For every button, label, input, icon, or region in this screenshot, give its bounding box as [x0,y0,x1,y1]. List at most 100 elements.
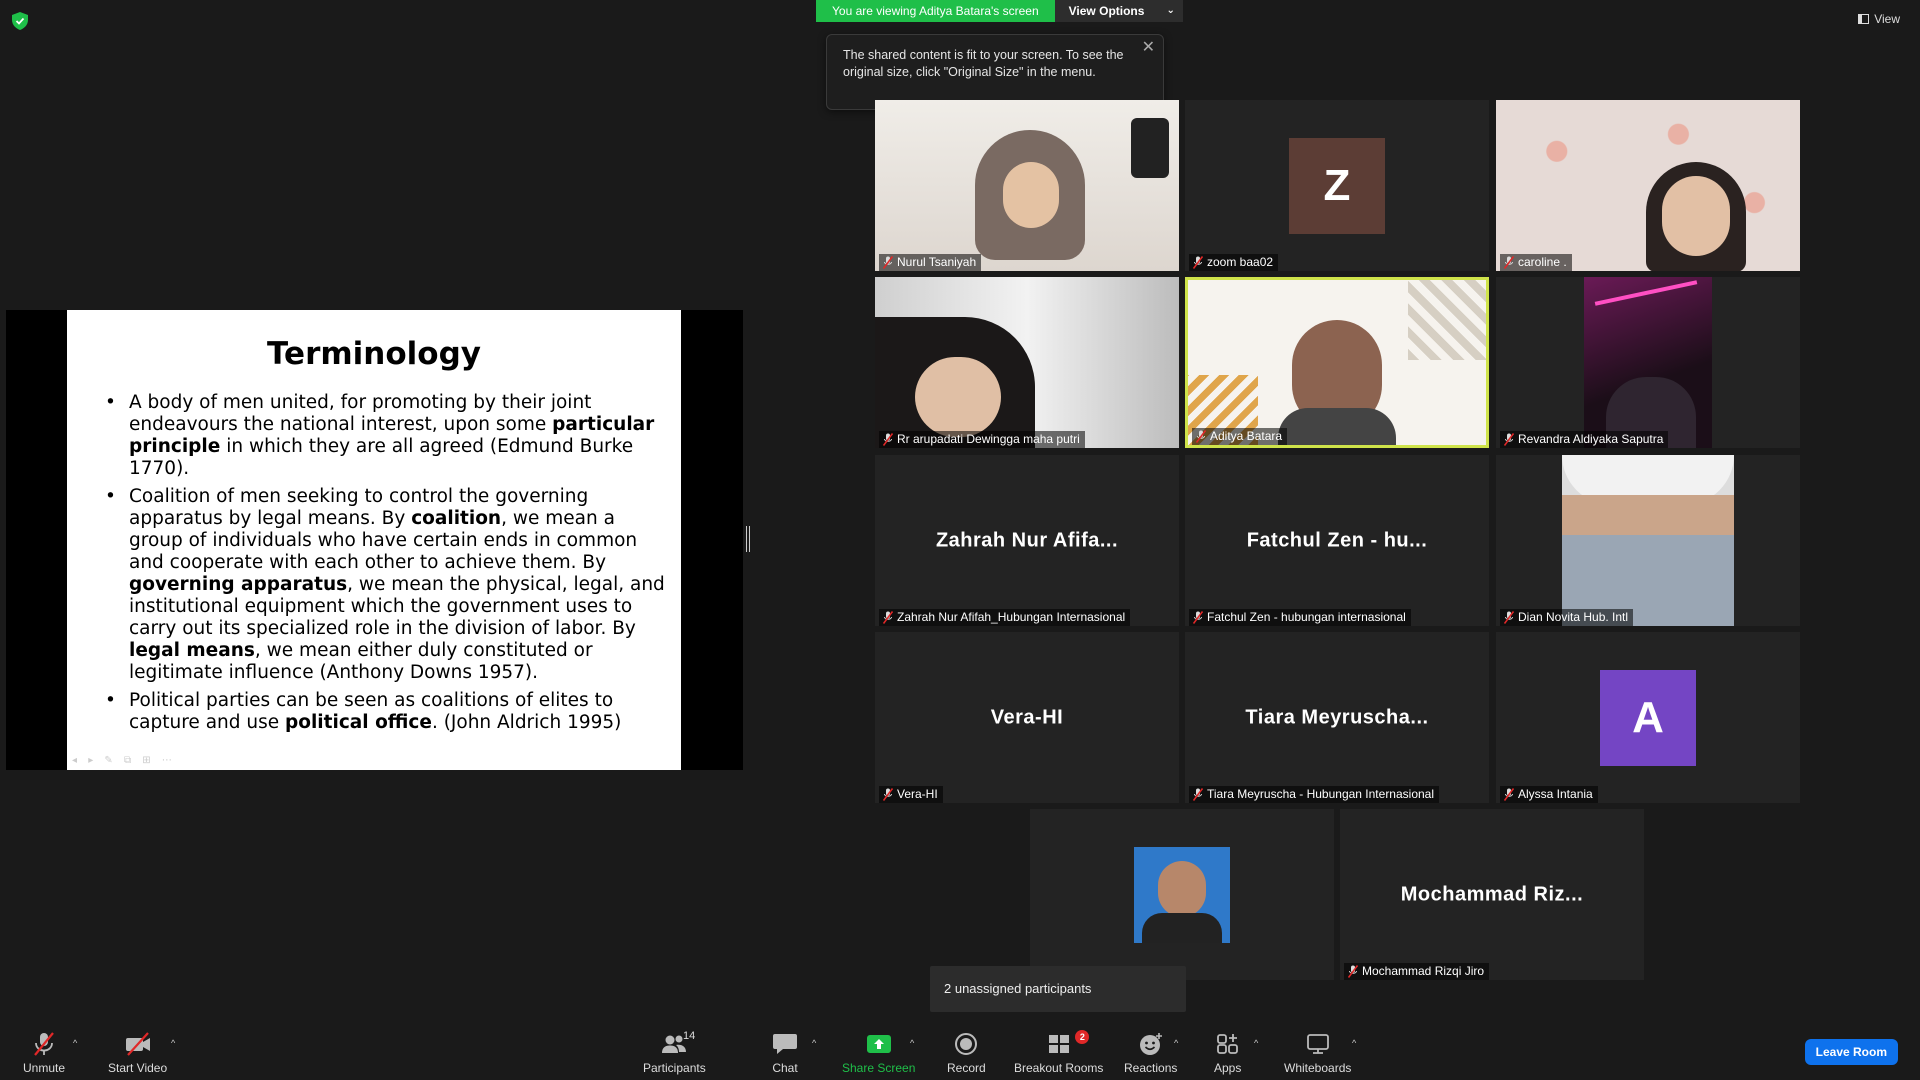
record-icon [955,1033,978,1055]
participant-name: Tiara Meyruscha - Hubungan Internasional [1207,787,1435,801]
participant-name-tag: Mochammad Rizqi Jiro [1344,963,1490,980]
whiteboards-button[interactable]: Whiteboards [1284,1032,1351,1075]
close-icon[interactable]: ✕ [1142,39,1155,56]
participant-name: caroline . [1518,255,1567,269]
slide-nav-controls: ◂ ▸ ✎ ⧉ ⊞ ⋯ [72,755,176,766]
share-screen-button[interactable]: Share Screen [842,1032,915,1075]
record-button[interactable]: Record [947,1032,986,1075]
participant-tile[interactable]: Tiara Meyruscha... Tiara Meyruscha - Hubu… [1185,632,1489,803]
participant-display-name: Zahrah Nur Afifa... [935,529,1119,551]
microphone-muted-icon [34,1032,54,1056]
participant-name-tag: caroline . [1500,254,1572,271]
audio-options-caret[interactable]: ^ [73,1038,77,1048]
viewing-screen-label: You are viewing Aditya Batara's screen [816,0,1055,22]
participant-name-tag: Fatchul Zen - hubungan internasional [1189,609,1411,626]
participant-tile[interactable]: Mochammad Riz... Mochammad Rizqi Jiro [1340,809,1644,980]
apps-button[interactable]: Apps [1214,1032,1241,1075]
mic-muted-icon [1193,256,1203,269]
mic-muted-icon [883,611,893,624]
participant-name-tag: zoom baa02 [1189,254,1279,271]
chat-button[interactable]: Chat [772,1032,798,1075]
avatar: Z [1289,137,1385,234]
participant-tile[interactable]: Revandra Aldiyaka Saputra [1496,277,1800,448]
mic-muted-icon [1504,611,1514,624]
mic-muted-icon [1504,256,1514,269]
participant-tile[interactable]: Aditya Batara [1185,277,1489,448]
mic-muted-icon [1504,433,1514,446]
chat-label: Chat [772,1061,798,1075]
participant-name: Mochammad Rizqi Jiro [1362,964,1485,978]
start-video-label: Start Video [108,1061,168,1075]
slide-bullet: A body of men united, for promoting by t… [105,392,665,480]
participant-tile[interactable]: Zahrah Nur Afifa... Zahrah Nur Afifah_Hub… [875,455,1179,626]
participant-tile[interactable]: A Alyssa Intania [1496,632,1800,803]
participant-tile[interactable] [1030,809,1334,980]
participant-name: Rr arupadati Dewingga maha putri [897,432,1080,446]
participant-name: Aditya Batara [1210,429,1283,443]
participant-name-tag: Zahrah Nur Afifah_Hubungan Internasional [879,609,1131,626]
video-options-caret[interactable]: ^ [171,1038,175,1048]
leave-room-button[interactable]: Leave Room [1804,1039,1898,1065]
participant-name-tag: Vera-HI [879,786,943,803]
unmute-label: Unmute [23,1061,66,1075]
participant-tile[interactable]: Fatchul Zen - hu... Fatchul Zen - hubunga… [1185,455,1489,626]
participants-button[interactable]: 14 Participants [643,1030,706,1075]
participant-tile[interactable]: Nurul Tsaniyah [875,100,1179,271]
mic-muted-icon [883,788,893,801]
view-options-button[interactable]: View Options ⌄ [1054,0,1183,22]
participant-display-name: Mochammad Riz... [1400,883,1584,905]
chat-options-caret[interactable]: ^ [812,1038,816,1048]
breakout-rooms-button[interactable]: 2 Breakout Rooms [1014,1030,1104,1075]
mic-muted-icon [1348,965,1358,978]
view-options-label: View Options [1068,4,1145,18]
participant-name: Zahrah Nur Afifah_Hubungan Internasional [897,610,1126,624]
participant-tile[interactable]: caroline . [1496,100,1800,271]
participant-tile[interactable]: Vera-HI Vera-HI [875,632,1179,803]
participant-name: Dian Novita Hub. Intl [1518,610,1629,624]
participant-name: Nurul Tsaniyah [897,255,977,269]
participant-tile[interactable]: Dian Novita Hub. Intl [1496,455,1800,626]
share-screen-icon [866,1035,891,1053]
encryption-shield-icon[interactable] [12,12,28,30]
unassigned-participants-popup[interactable]: 2 unassigned participants [930,966,1186,1012]
breakout-rooms-label: Breakout Rooms [1014,1061,1104,1075]
breakout-rooms-badge: 2 [1075,1030,1090,1044]
shared-screen[interactable]: Terminology A body of men united, for pr… [6,310,743,770]
participant-name: zoom baa02 [1207,255,1274,269]
participant-name-tag: Nurul Tsaniyah [879,254,982,271]
mic-muted-icon [1504,788,1514,801]
participant-tile[interactable]: Zzoom baa02 [1185,100,1489,271]
slide-bold-text: legal means [129,640,255,661]
view-button[interactable]: View [1858,12,1900,26]
participant-name-tag: Aditya Batara [1192,428,1288,445]
whiteboards-options-caret[interactable]: ^ [1352,1038,1356,1048]
reactions-button[interactable]: Reactions [1124,1032,1177,1075]
participant-name: Alyssa Intania [1518,787,1593,801]
participant-tile[interactable]: Rr arupadati Dewingga maha putri [875,277,1179,448]
reactions-options-caret[interactable]: ^ [1174,1038,1178,1048]
apps-options-caret[interactable]: ^ [1254,1038,1258,1048]
participant-display-name: Fatchul Zen - hu... [1246,529,1428,551]
video-off-icon [125,1032,150,1056]
gallery-view-icon [1858,14,1870,24]
whiteboard-icon [1306,1034,1329,1054]
zoom-meeting-window: You are viewing Aditya Batara's screen V… [0,0,1920,1080]
mic-muted-icon [883,433,893,446]
share-screen-label: Share Screen [842,1061,916,1075]
share-options-caret[interactable]: ^ [910,1038,914,1048]
unmute-button[interactable]: Unmute [23,1032,65,1075]
smiley-icon [1139,1033,1162,1055]
tooltip-text: The shared content is fit to your screen… [843,48,1124,79]
participant-name: Fatchul Zen - hubungan internasional [1207,610,1406,624]
meeting-toolbar: Unmute ^ Start Video ^ 14 Participants C… [0,1024,1920,1080]
chat-icon [773,1034,797,1054]
record-label: Record [947,1061,986,1075]
participants-label: Participants [643,1061,706,1075]
split-resize-handle[interactable] [746,526,750,552]
slide-bullet: Political parties can be seen as coaliti… [105,690,665,734]
breakout-rooms-icon [1048,1035,1069,1053]
chevron-down-icon: ⌄ [1166,5,1175,16]
start-video-button[interactable]: Start Video [108,1032,167,1075]
slide-text: . (John Aldrich 1995) [431,712,622,733]
mic-muted-icon [1193,611,1203,624]
